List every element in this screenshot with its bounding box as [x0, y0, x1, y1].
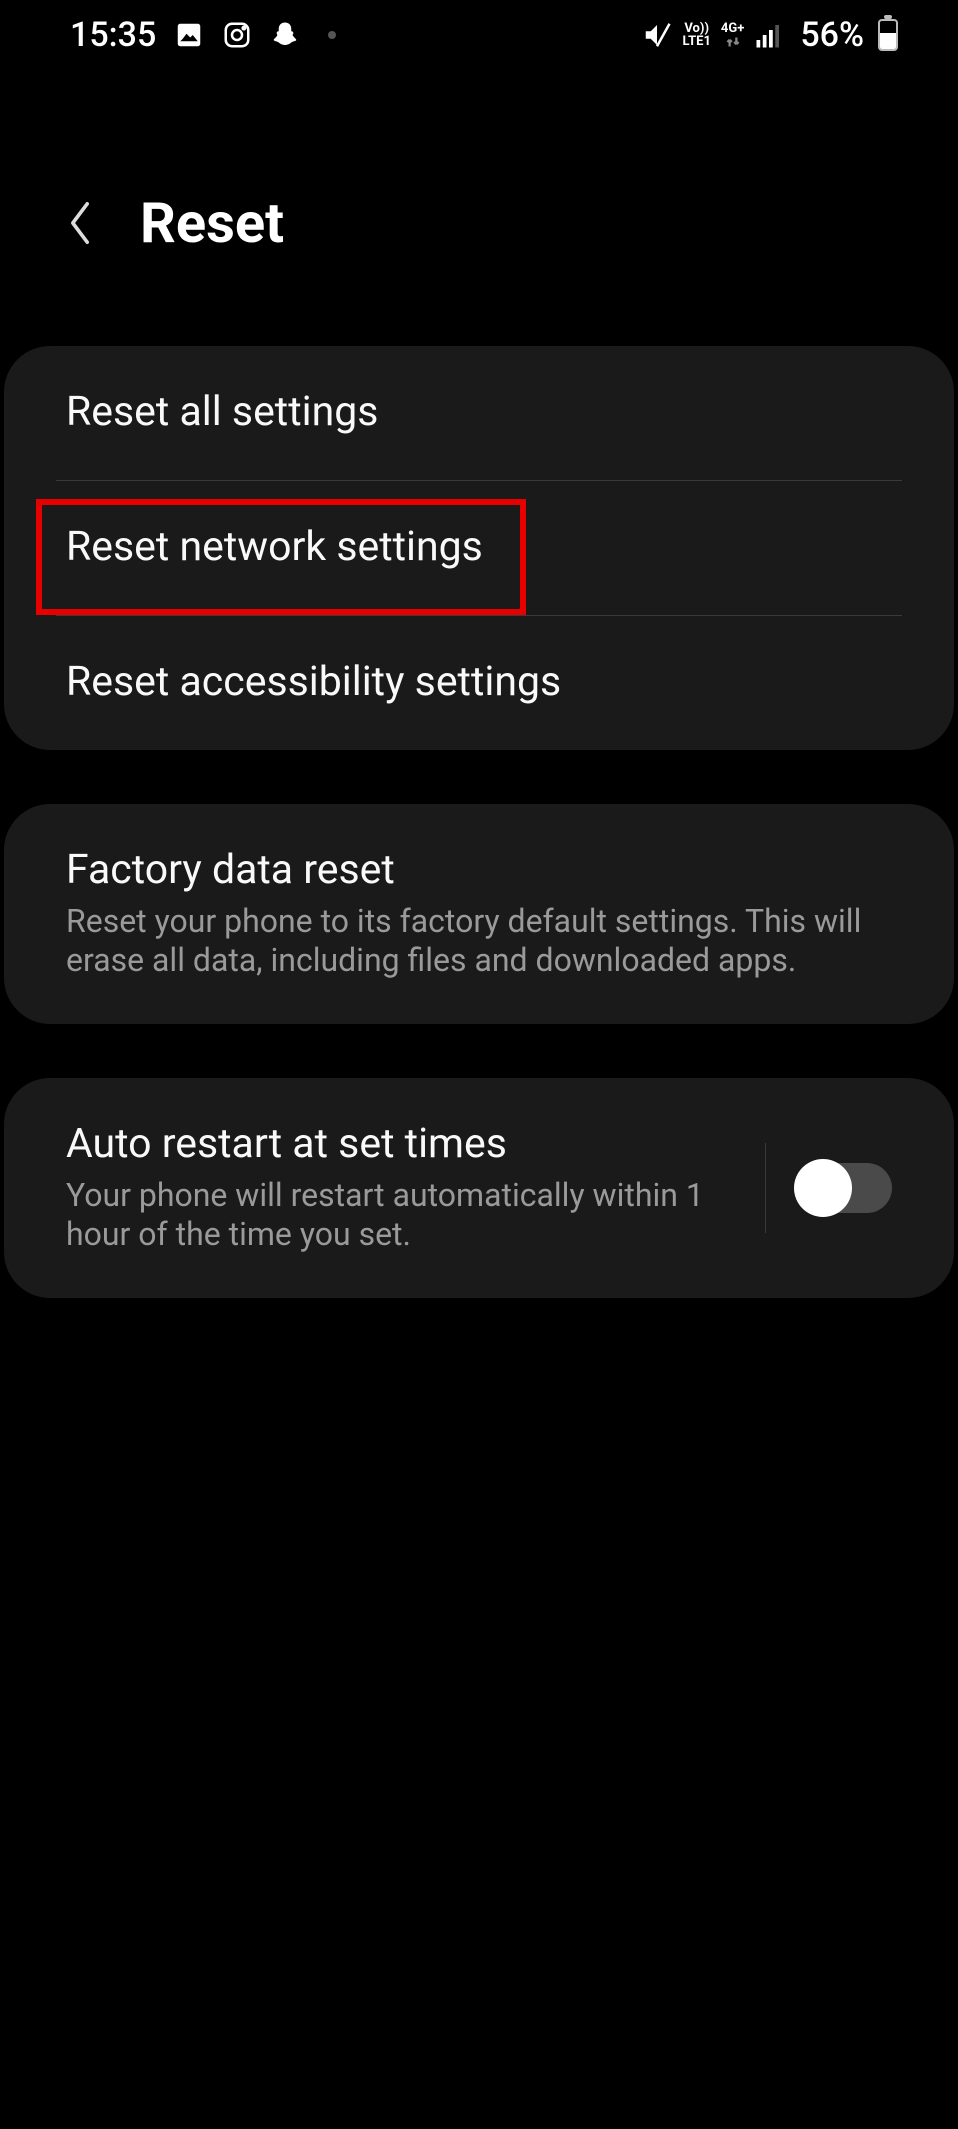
auto-restart-group: Auto restart at set times Your phone wil…: [4, 1078, 954, 1298]
reset-network-settings-label: Reset network settings: [66, 525, 892, 571]
battery-icon: [878, 19, 898, 51]
volte-indicator: Vo)) LTE1: [682, 22, 710, 48]
network-top: 4G+: [721, 22, 744, 35]
reset-accessibility-settings-label: Reset accessibility settings: [66, 660, 892, 706]
signal-icon: [754, 20, 784, 50]
auto-restart-subtitle: Your phone will restart automatically wi…: [66, 1176, 705, 1254]
network-indicator: 4G+: [721, 22, 744, 49]
reset-accessibility-settings-row[interactable]: Reset accessibility settings: [4, 616, 954, 750]
snapchat-icon: [270, 20, 300, 50]
factory-data-reset-subtitle: Reset your phone to its factory default …: [66, 902, 892, 980]
factory-data-reset-row[interactable]: Factory data reset Reset your phone to i…: [4, 804, 954, 1024]
status-left: 15:35: [70, 15, 336, 55]
auto-restart-row[interactable]: Auto restart at set times Your phone wil…: [4, 1078, 954, 1298]
reset-all-settings-row[interactable]: Reset all settings: [4, 346, 954, 480]
page-title: Reset: [140, 190, 284, 256]
vertical-divider: [765, 1143, 766, 1233]
instagram-icon: [222, 20, 252, 50]
reset-all-settings-label: Reset all settings: [66, 390, 892, 436]
status-time: 15:35: [70, 15, 156, 55]
volte-bottom: LTE1: [682, 35, 710, 48]
status-bar: 15:35 Vo)) LTE1 4G+ 56%: [0, 0, 958, 70]
factory-data-reset-title: Factory data reset: [66, 848, 892, 894]
more-dot-icon: [328, 31, 336, 39]
factory-reset-group: Factory data reset Reset your phone to i…: [4, 804, 954, 1024]
content-area: Reset all settings Reset network setting…: [0, 346, 958, 1298]
gallery-icon: [174, 20, 204, 50]
auto-restart-title: Auto restart at set times: [66, 1122, 705, 1168]
auto-restart-toggle[interactable]: [796, 1163, 892, 1213]
status-right: Vo)) LTE1 4G+ 56%: [642, 15, 898, 55]
battery-percent: 56%: [800, 15, 864, 55]
page-header: Reset: [0, 70, 958, 346]
reset-network-settings-row[interactable]: Reset network settings: [4, 481, 954, 615]
chevron-left-icon: [65, 199, 95, 247]
reset-options-group: Reset all settings Reset network setting…: [4, 346, 954, 750]
back-button[interactable]: [60, 193, 100, 253]
mute-icon: [642, 20, 672, 50]
toggle-knob: [794, 1159, 852, 1217]
